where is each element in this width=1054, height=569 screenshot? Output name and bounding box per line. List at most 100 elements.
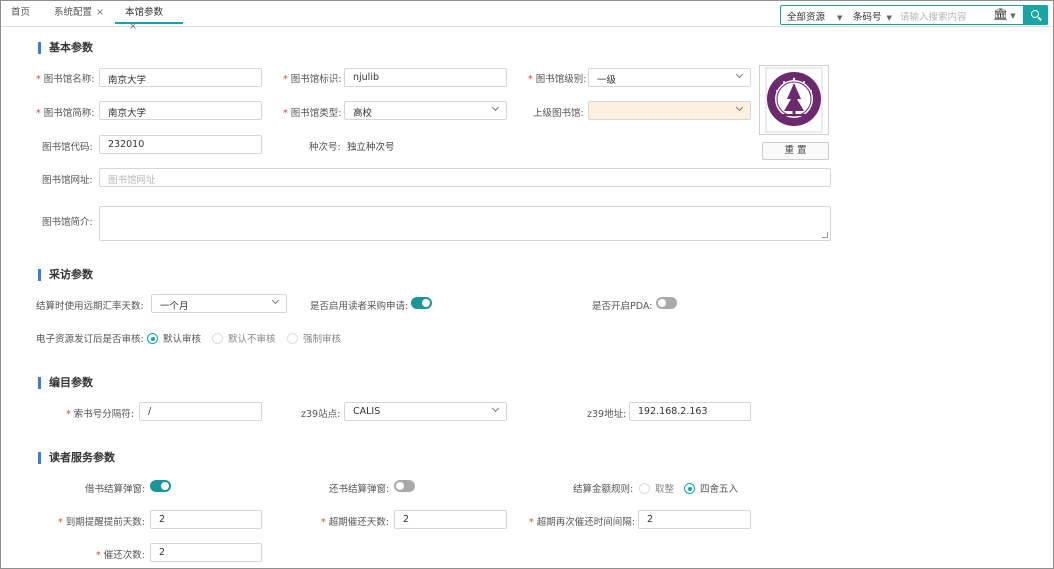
caret-down-icon: ▼ (837, 14, 843, 22)
section-basic-title: 基本参数 (38, 42, 93, 54)
radio-default-no-review[interactable]: 默认不审核 (212, 331, 276, 345)
label-text: 超期催还天数: (328, 517, 389, 528)
library-icon: 🏛 (993, 7, 1009, 21)
remind-count-input[interactable]: 2 (150, 543, 262, 562)
required-mark: * (529, 517, 534, 528)
library-code-label: 图书馆代码: (42, 142, 93, 153)
reader-purchase-toggle[interactable] (411, 297, 432, 309)
resize-grip-icon[interactable] (822, 232, 828, 238)
due-remind-days-input[interactable]: 2 (150, 510, 262, 529)
global-search: 全部资源 ▼ 条码号 ▼ 请输入搜索内容 🏛 ▼ (780, 5, 1048, 25)
z39-site-select[interactable]: CALIS (344, 402, 507, 421)
library-short-label: * 图书馆简称: (36, 105, 94, 119)
required-mark: * (36, 108, 41, 119)
library-level-select[interactable]: 一级 (588, 68, 751, 87)
radio-circle (147, 333, 158, 344)
search-button[interactable] (1023, 5, 1048, 25)
callno-separator-label: * 索书号分隔符: (66, 406, 134, 420)
library-type-label: * 图书馆类型: (283, 105, 341, 119)
seq-number-value: 独立种次号 (347, 142, 395, 153)
label-text: 到期提醒提前天数: (65, 517, 145, 528)
scope-value: 全部资源 (787, 12, 826, 23)
field-value: 条码号 (853, 12, 882, 23)
select-value: CALIS (353, 406, 381, 417)
remind-count-label: * 催还次数: (96, 547, 145, 561)
overdue-days-input[interactable]: 2 (394, 510, 507, 529)
required-mark: * (283, 108, 288, 119)
field-select[interactable]: 条码号 ▼ (853, 9, 892, 23)
overdue-interval-input[interactable]: 2 (638, 510, 751, 529)
exchange-rate-days-select[interactable]: 一个月 (151, 294, 287, 313)
toggle-knob (161, 482, 169, 490)
library-code-input[interactable]: 232010 (99, 135, 262, 154)
library-type-select[interactable]: 高校 (344, 101, 507, 120)
tab-system-config[interactable]: 系统配置 × (54, 6, 104, 24)
close-icon[interactable]: × (96, 7, 104, 18)
required-mark: * (58, 517, 63, 528)
label-text: 图书馆简称: (43, 108, 95, 119)
parent-library-select[interactable] (588, 101, 751, 120)
radio-label: 四舍五入 (700, 484, 739, 495)
toggle-knob (658, 299, 666, 307)
overdue-interval-label: * 超期再次催还时间间隔: (529, 514, 635, 528)
required-mark: * (36, 74, 41, 85)
overdue-days-label: * 超期催还天数: (321, 514, 389, 528)
callno-separator-input[interactable]: / (139, 402, 262, 421)
library-name-input[interactable]: 南京大学 (99, 68, 262, 87)
return-popup-label: 还书结算弹窗: (329, 484, 390, 495)
radio-round-down[interactable]: 取整 (639, 481, 674, 495)
z39-address-label: z39地址: (587, 409, 627, 420)
section-reader-title: 读者服务参数 (38, 452, 115, 464)
scope-select[interactable]: 全部资源 ▼ (787, 9, 842, 23)
library-name-label: * 图书馆名称: (36, 71, 94, 85)
pda-toggle[interactable] (656, 297, 677, 309)
label-text: 索书号分隔符: (73, 409, 134, 420)
library-level-label: * 图书馆级别: (528, 71, 586, 85)
tab-label: 系统配置 (54, 7, 93, 18)
return-popup-toggle[interactable] (394, 480, 415, 492)
parent-library-label: 上级图书馆: (533, 108, 584, 119)
select-value: 一个月 (160, 301, 189, 312)
library-short-input[interactable]: 南京大学 (99, 101, 262, 120)
tab-library-params[interactable]: 本馆参数 × (115, 6, 183, 32)
close-icon[interactable]: × (129, 21, 137, 32)
library-id-label: * 图书馆标识: (283, 71, 341, 85)
radio-circle (287, 333, 298, 344)
logo-reset-button[interactable]: 重 置 (762, 142, 829, 160)
pda-label: 是否开启PDA: (592, 301, 653, 312)
search-input[interactable]: 请输入搜索内容 (900, 9, 967, 23)
required-mark: * (321, 517, 326, 528)
library-select[interactable]: 🏛 ▼ (993, 7, 1016, 21)
z39-site-label: z39站点: (301, 409, 341, 420)
library-id-input[interactable]: njulib (344, 68, 507, 87)
required-mark: * (283, 74, 288, 85)
reader-purchase-label: 是否启用读者采购申请: (310, 301, 409, 312)
label-text: 图书馆标识: (290, 74, 342, 85)
select-value: 高校 (353, 108, 373, 119)
chevron-down-icon (491, 103, 500, 112)
label-text: 图书馆类型: (290, 108, 342, 119)
chevron-down-icon (735, 103, 744, 112)
chevron-down-icon (735, 70, 744, 79)
radio-default-review[interactable]: 默认审核 (147, 331, 201, 345)
tab-bar: 首页 系统配置 × 本馆参数× 全部资源 ▼ 条码号 ▼ 请输入搜索内容 🏛 ▼ (1, 1, 1053, 32)
required-mark: * (96, 550, 101, 561)
radio-circle (684, 483, 695, 494)
radio-forced-review[interactable]: 强制审核 (287, 331, 341, 345)
search-icon (1031, 10, 1039, 18)
radio-label: 强制审核 (303, 334, 342, 345)
exchange-rate-days-label: 结算时使用远期汇率天数: (36, 301, 144, 312)
due-remind-days-label: * 到期提醒提前天数: (58, 514, 145, 528)
borrow-popup-toggle[interactable] (150, 480, 171, 492)
tab-home[interactable]: 首页 (11, 6, 30, 24)
borrow-popup-label: 借书结算弹窗: (85, 484, 146, 495)
library-url-input[interactable]: 图书馆网址 (99, 168, 831, 187)
toggle-knob (396, 482, 404, 490)
chevron-down-icon (491, 404, 500, 413)
label-text: 超期再次催还时间间隔: (536, 517, 635, 528)
library-intro-textarea[interactable] (99, 206, 831, 241)
tab-label: 本馆参数 (125, 7, 164, 18)
radio-round-half-up[interactable]: 四舍五入 (684, 481, 738, 495)
z39-address-input[interactable]: 192.168.2.163 (629, 402, 751, 421)
seq-number-label: 种次号: (309, 142, 341, 153)
